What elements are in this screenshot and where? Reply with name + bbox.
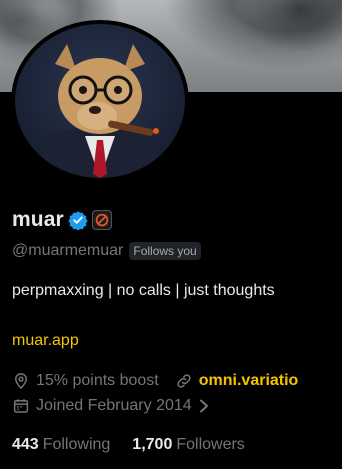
follow-stats: 443 Following 1,700 Followers [12, 436, 245, 454]
followers-label: Followers [176, 436, 245, 453]
followers-count: 1,700 [132, 436, 173, 453]
profile-page: muar @muarmemuar Follows you perpmaxxing… [0, 0, 342, 469]
profile-meta-row: 15% points boost omni.variatio [12, 372, 298, 390]
joined-row[interactable]: Joined February 2014 [12, 397, 210, 415]
avatar-image [15, 24, 185, 178]
bio-text: perpmaxxing | no calls | just thoughts [12, 282, 275, 299]
profile-url-link[interactable]: omni.variatio [199, 372, 299, 390]
handle-row: @muarmemuar Follows you [12, 242, 201, 260]
verified-badge-icon[interactable] [68, 210, 88, 231]
following-label: Following [42, 436, 111, 453]
points-boost-text: 15% points boost [36, 372, 159, 389]
website-link[interactable]: muar.app [12, 332, 79, 350]
followers-stat[interactable]: 1,700 Followers [132, 436, 245, 454]
chevron-right-icon [198, 399, 210, 413]
affiliate-badge-icon[interactable] [91, 210, 112, 230]
link-icon [175, 372, 193, 390]
display-name: muar [12, 208, 64, 231]
avatar[interactable] [11, 20, 189, 182]
following-count: 443 [12, 436, 39, 453]
following-stat[interactable]: 443 Following [12, 436, 110, 454]
follows-you-badge: Follows you [129, 242, 201, 260]
calendar-icon [12, 397, 30, 415]
name-row: muar [12, 207, 112, 233]
joined-date-text: Joined February 2014 [36, 397, 192, 414]
location-pin-icon [12, 372, 30, 390]
username-handle: @muarmemuar [12, 242, 124, 259]
